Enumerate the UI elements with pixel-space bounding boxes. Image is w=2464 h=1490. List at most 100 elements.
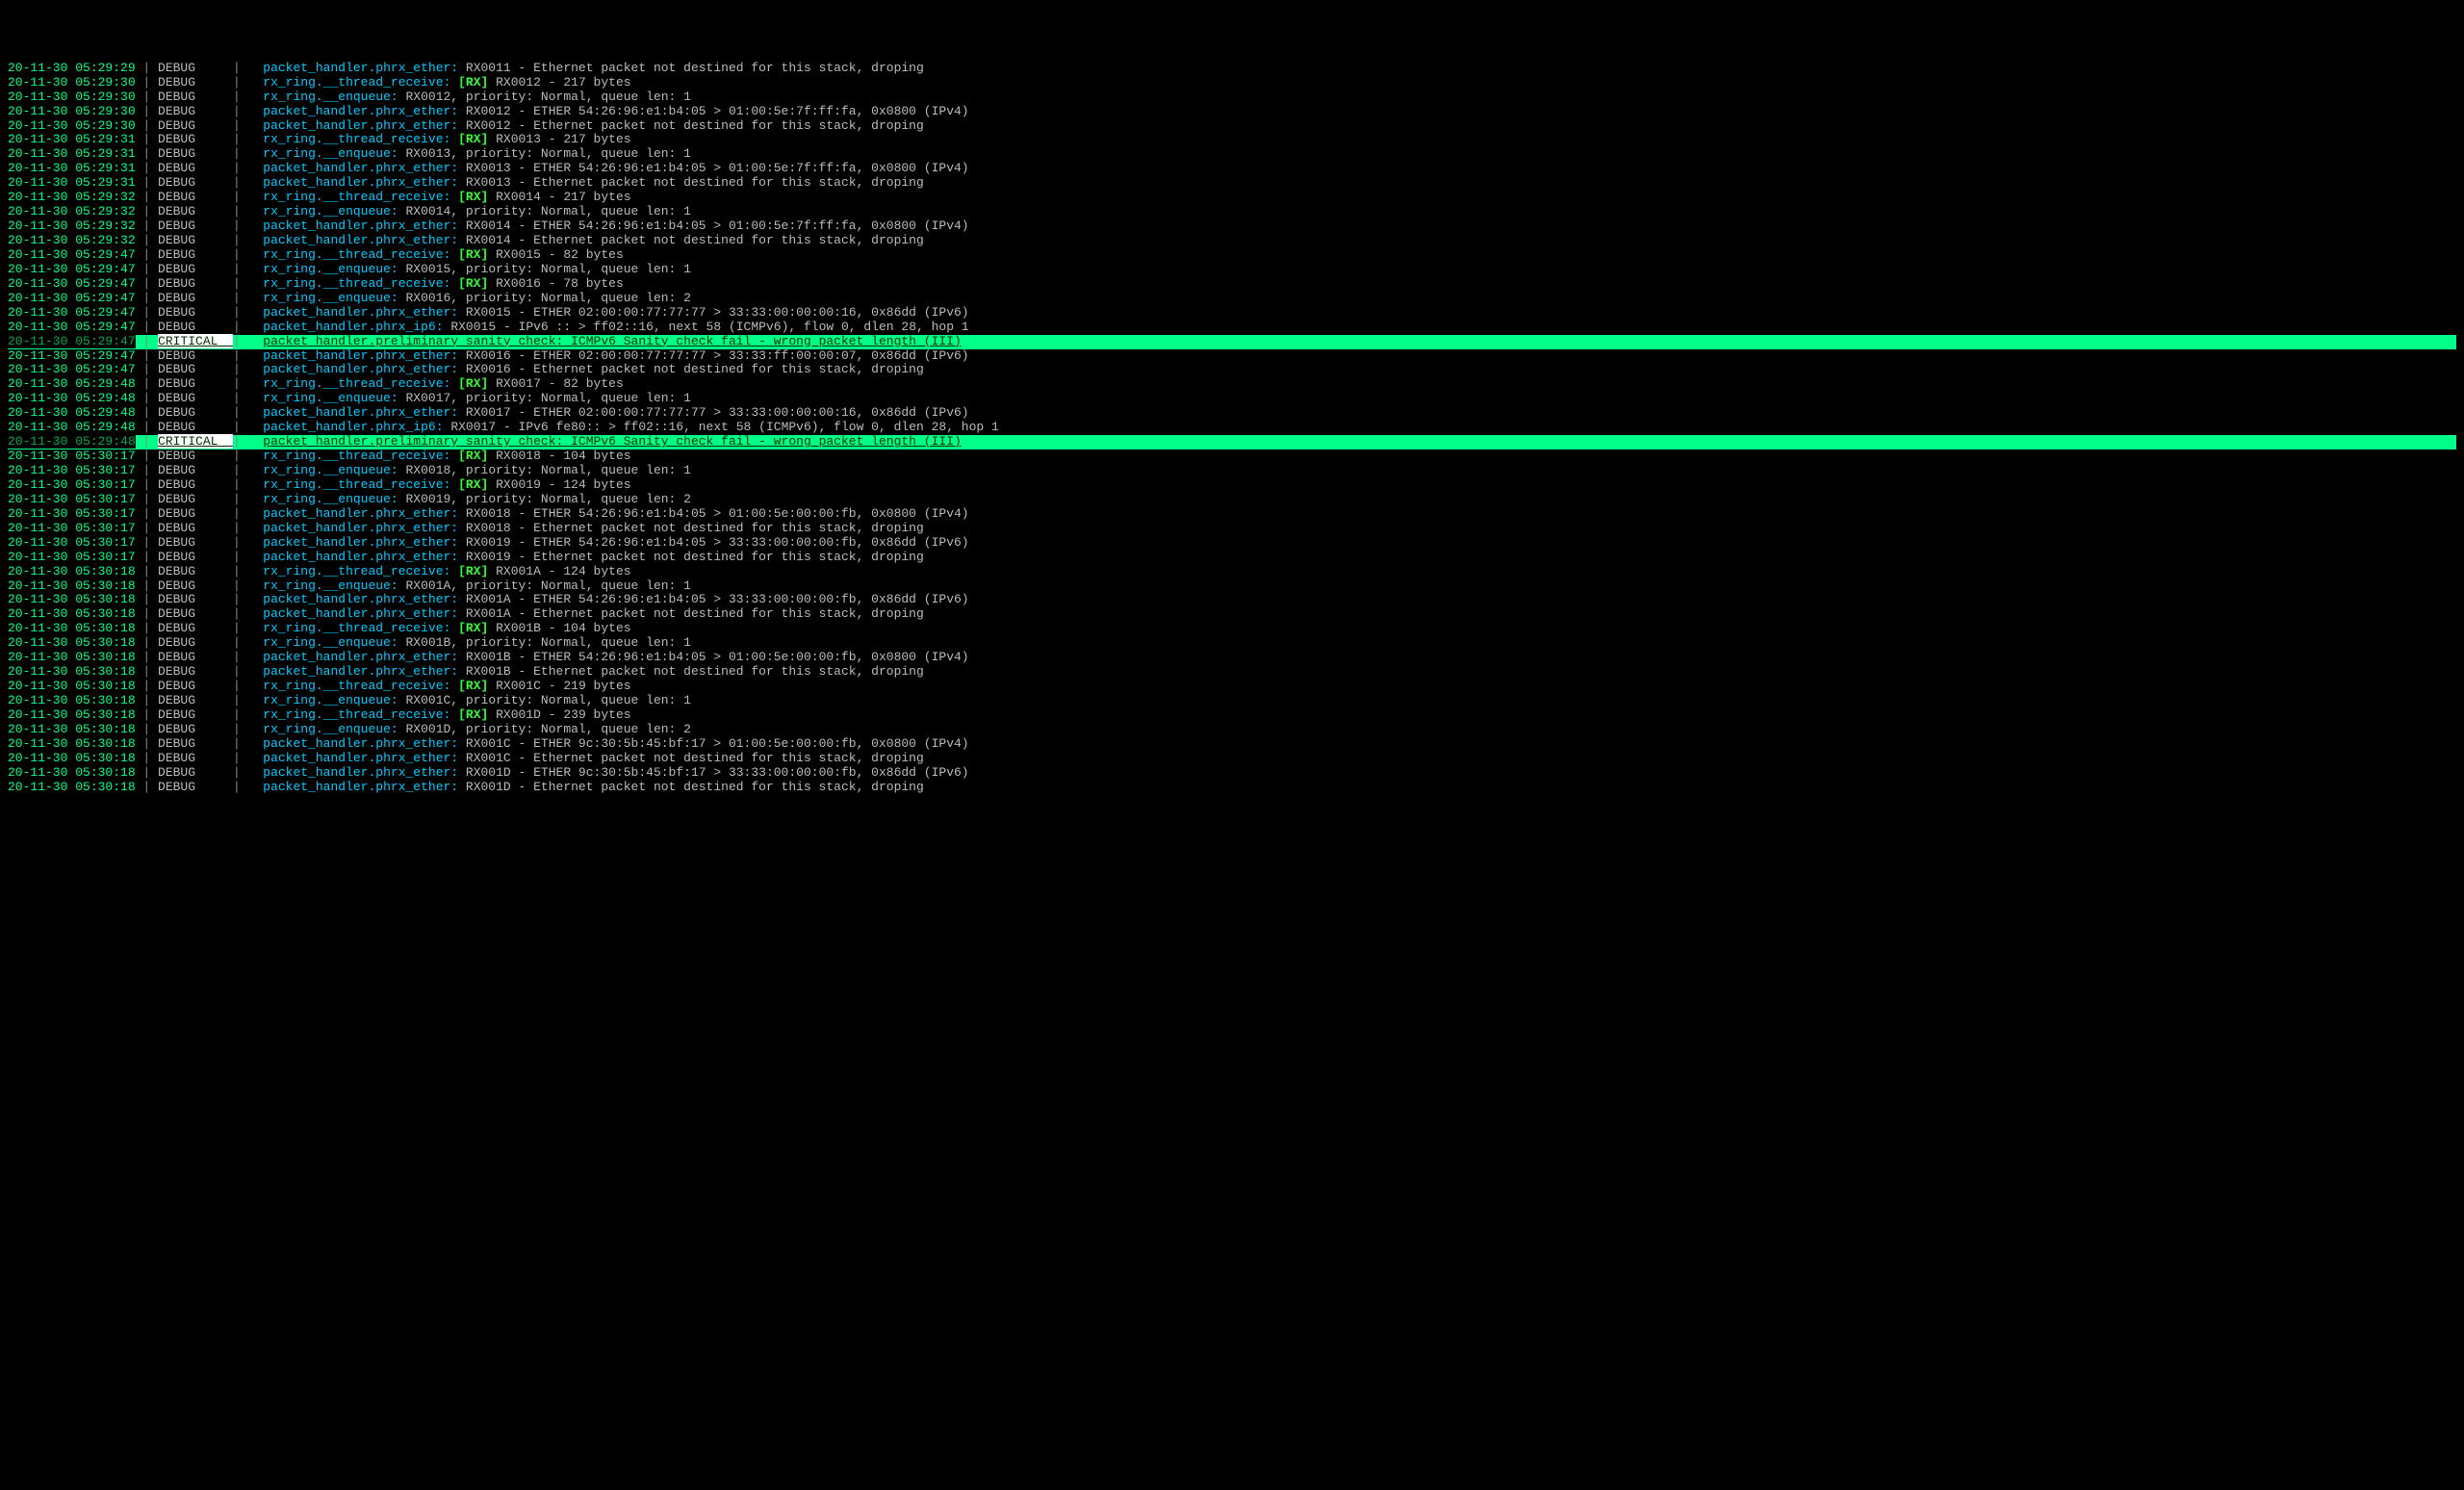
log-level: DEBUG — [158, 262, 233, 276]
log-logger-name: packet_handler.preliminary_sanity_check: — [263, 334, 571, 348]
log-separator: | — [233, 765, 263, 780]
log-level: DEBUG — [158, 736, 233, 751]
log-message: RX0017, priority: Normal, queue len: 1 — [406, 391, 691, 405]
log-timestamp: 20-11-30 05:29:31 — [8, 146, 136, 161]
log-logger-name: packet_handler.phrx_ether: — [263, 550, 466, 564]
log-line: 20-11-30 05:30:18 | DEBUG | packet_handl… — [8, 665, 2456, 680]
log-level: DEBUG — [158, 247, 233, 262]
log-message: RX001A - 124 bytes — [488, 564, 630, 578]
log-level: DEBUG — [158, 606, 233, 621]
log-timestamp: 20-11-30 05:30:17 — [8, 477, 136, 492]
log-level: DEBUG — [158, 320, 233, 334]
log-separator: | — [233, 535, 263, 550]
log-message: RX001A - ETHER 54:26:96:e1:b4:05 > 33:33… — [466, 592, 969, 606]
log-level: DEBUG — [158, 477, 233, 492]
log-level: DEBUG — [158, 118, 233, 133]
log-separator: | — [233, 132, 263, 146]
log-timestamp: 20-11-30 05:29:47 — [8, 362, 136, 376]
log-level: DEBUG — [158, 104, 233, 118]
log-level: DEBUG — [158, 305, 233, 320]
log-line: 20-11-30 05:30:17 | DEBUG | packet_handl… — [8, 536, 2456, 551]
log-separator: | — [136, 736, 158, 751]
log-logger-name: rx_ring.__thread_receive: — [263, 276, 458, 291]
log-separator: | — [136, 334, 158, 348]
log-timestamp: 20-11-30 05:29:47 — [8, 291, 136, 305]
log-logger-name: packet_handler.phrx_ether: — [263, 348, 466, 363]
log-separator: | — [233, 305, 263, 320]
log-timestamp: 20-11-30 05:29:47 — [8, 320, 136, 334]
log-line: 20-11-30 05:30:18 | DEBUG | rx_ring.__en… — [8, 636, 2456, 651]
log-line: 20-11-30 05:29:48 | DEBUG | packet_handl… — [8, 421, 2456, 435]
log-separator: | — [136, 405, 158, 420]
log-separator: | — [136, 204, 158, 218]
log-message: RX001D, priority: Normal, queue len: 2 — [406, 722, 691, 736]
log-separator: | — [136, 550, 158, 564]
rx-tag: [RX] — [458, 247, 488, 262]
log-timestamp: 20-11-30 05:29:48 — [8, 434, 136, 449]
log-level: DEBUG — [158, 535, 233, 550]
log-level: CRITICAL — [158, 434, 233, 449]
log-timestamp: 20-11-30 05:30:18 — [8, 635, 136, 650]
log-output: 20-11-30 05:29:29 | DEBUG | packet_handl… — [8, 62, 2456, 795]
log-separator: | — [233, 751, 263, 765]
log-separator: | — [233, 521, 263, 535]
rx-tag: [RX] — [458, 75, 488, 90]
log-timestamp: 20-11-30 05:30:17 — [8, 492, 136, 506]
log-logger-name: packet_handler.phrx_ip6: — [263, 320, 450, 334]
log-message: RX0019, priority: Normal, queue len: 2 — [406, 492, 691, 506]
log-logger-name: rx_ring.__enqueue: — [263, 463, 405, 477]
log-message: RX0012 - 217 bytes — [488, 75, 630, 90]
log-line: 20-11-30 05:29:31 | DEBUG | packet_handl… — [8, 176, 2456, 191]
log-separator: | — [136, 420, 158, 434]
log-logger-name: packet_handler.phrx_ether: — [263, 521, 466, 535]
log-line: 20-11-30 05:30:18 | DEBUG | rx_ring.__en… — [8, 694, 2456, 708]
log-line: 20-11-30 05:30:18 | DEBUG | packet_handl… — [8, 737, 2456, 752]
log-logger-name: rx_ring.__enqueue: — [263, 578, 405, 593]
log-separator: | — [233, 693, 263, 707]
log-line: 20-11-30 05:30:18 | DEBUG | rx_ring.__en… — [8, 723, 2456, 737]
log-separator: | — [233, 61, 263, 75]
log-level: DEBUG — [158, 492, 233, 506]
log-level: DEBUG — [158, 621, 233, 635]
log-separator: | — [136, 175, 158, 190]
log-line: 20-11-30 05:30:18 | DEBUG | rx_ring.__en… — [8, 579, 2456, 594]
log-logger-name: rx_ring.__enqueue: — [263, 492, 405, 506]
log-logger-name: rx_ring.__enqueue: — [263, 204, 405, 218]
log-line: 20-11-30 05:29:47 | DEBUG | rx_ring.__en… — [8, 263, 2456, 277]
log-separator: | — [233, 291, 263, 305]
log-logger-name: packet_handler.phrx_ether: — [263, 218, 466, 233]
log-separator: | — [136, 305, 158, 320]
log-level: DEBUG — [158, 751, 233, 765]
log-line: 20-11-30 05:29:29 | DEBUG | packet_handl… — [8, 62, 2456, 76]
log-separator: | — [233, 320, 263, 334]
log-line: 20-11-30 05:29:32 | DEBUG | rx_ring.__th… — [8, 191, 2456, 205]
log-timestamp: 20-11-30 05:30:17 — [8, 550, 136, 564]
log-line: 20-11-30 05:30:18 | DEBUG | packet_handl… — [8, 607, 2456, 622]
log-separator: | — [233, 75, 263, 90]
log-separator: | — [233, 161, 263, 175]
log-message: RX001D - Ethernet packet not destined fo… — [466, 780, 924, 794]
log-message: RX0017 - IPv6 fe80:: > ff02::16, next 58… — [450, 420, 999, 434]
log-message: RX001B - ETHER 54:26:96:e1:b4:05 > 01:00… — [466, 650, 969, 664]
log-level: DEBUG — [158, 391, 233, 405]
log-level: DEBUG — [158, 218, 233, 233]
log-level: DEBUG — [158, 664, 233, 679]
log-timestamp: 20-11-30 05:30:18 — [8, 664, 136, 679]
log-separator: | — [233, 348, 263, 363]
log-level: DEBUG — [158, 204, 233, 218]
log-line: 20-11-30 05:29:30 | DEBUG | packet_handl… — [8, 119, 2456, 134]
log-logger-name: packet_handler.phrx_ether: — [263, 233, 466, 247]
log-logger-name: rx_ring.__thread_receive: — [263, 376, 458, 391]
log-message: RX0019 - Ethernet packet not destined fo… — [466, 550, 924, 564]
log-timestamp: 20-11-30 05:29:47 — [8, 348, 136, 363]
rx-tag: [RX] — [458, 679, 488, 693]
log-logger-name: packet_handler.phrx_ether: — [263, 780, 466, 794]
log-level: DEBUG — [158, 592, 233, 606]
log-logger-name: rx_ring.__enqueue: — [263, 90, 405, 104]
log-message: RX001C - 219 bytes — [488, 679, 630, 693]
log-separator: | — [233, 104, 263, 118]
log-line: 20-11-30 05:30:18 | DEBUG | packet_handl… — [8, 766, 2456, 781]
log-line: 20-11-30 05:30:17 | DEBUG | packet_handl… — [8, 551, 2456, 565]
log-separator: | — [136, 161, 158, 175]
log-line: 20-11-30 05:29:30 | DEBUG | packet_handl… — [8, 105, 2456, 119]
